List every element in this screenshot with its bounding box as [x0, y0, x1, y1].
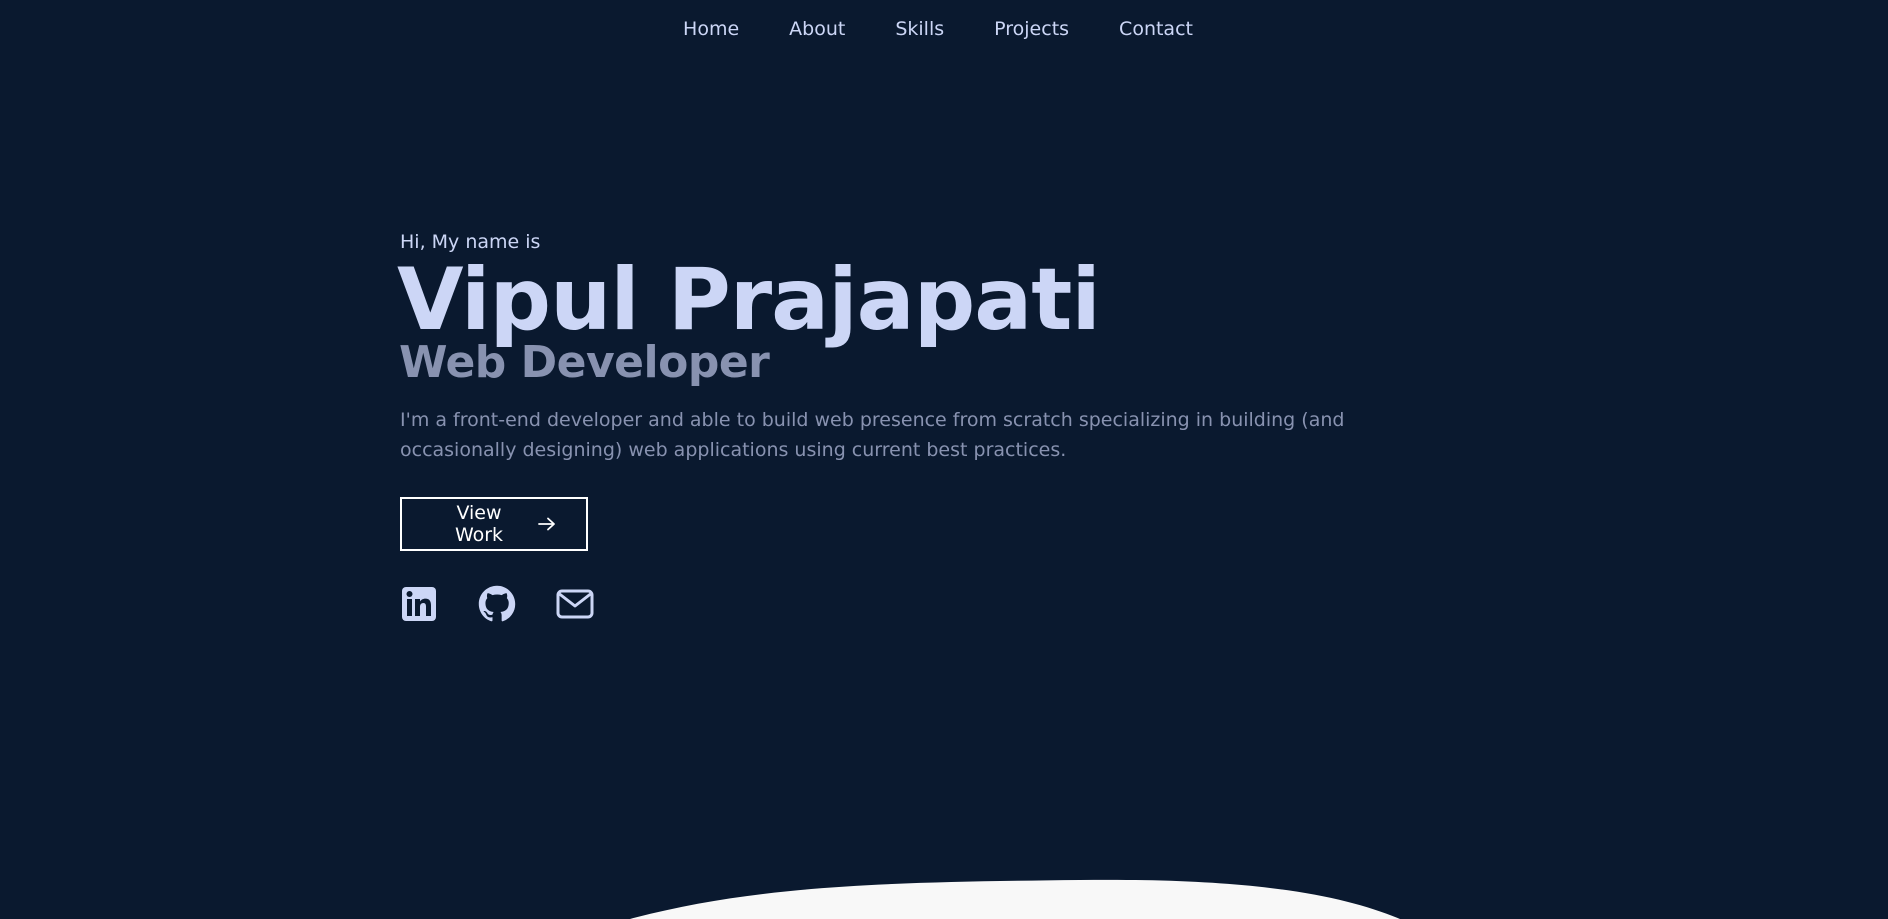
nav-item-contact[interactable]: Contact	[1094, 18, 1218, 40]
page: Home About Skills Projects Contact Hi, M…	[0, 0, 1888, 919]
github-icon[interactable]	[478, 585, 516, 623]
view-work-button[interactable]: View Work	[400, 497, 588, 551]
hero-description: I'm a front-end developer and able to bu…	[400, 409, 1345, 461]
social-links	[400, 585, 1420, 623]
nav-list: Home About Skills Projects Contact	[658, 18, 1218, 41]
section-divider-curve	[630, 879, 1400, 919]
nav-item-about[interactable]: About	[764, 18, 870, 40]
nav-item-skills[interactable]: Skills	[870, 18, 969, 40]
linkedin-icon[interactable]	[400, 585, 438, 623]
nav-item-home[interactable]: Home	[658, 18, 764, 40]
hero-name: Vipul Prajapati	[397, 250, 1101, 350]
top-nav: Home About Skills Projects Contact	[0, 0, 1888, 60]
hero-section: Hi, My name is Vipul Prajapati Web Devel…	[397, 228, 1420, 623]
view-work-label: View Work	[454, 502, 504, 546]
nav-item-projects[interactable]: Projects	[969, 18, 1094, 40]
arrow-right-icon	[538, 514, 556, 534]
mail-icon[interactable]	[556, 585, 594, 623]
